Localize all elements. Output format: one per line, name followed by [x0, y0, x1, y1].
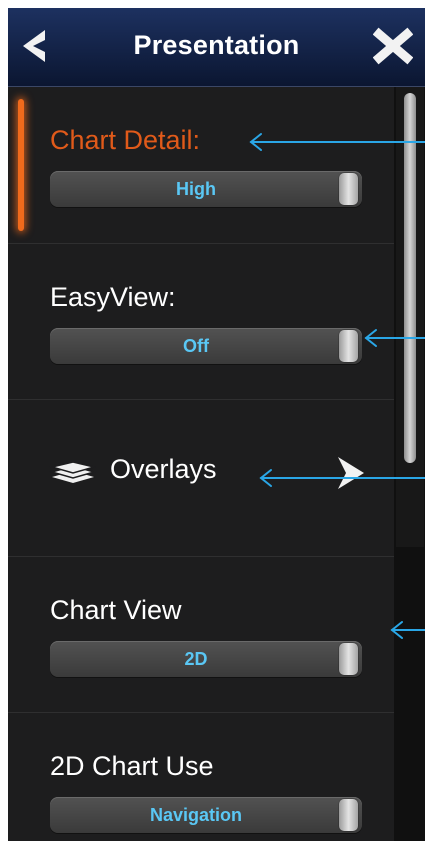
2d-chart-use-label: 2D Chart Use — [50, 751, 214, 781]
selector-knob[interactable] — [339, 173, 358, 205]
chart-detail-value: High — [176, 179, 216, 199]
chevron-right-icon[interactable] — [336, 455, 366, 491]
selector-knob[interactable] — [339, 799, 358, 831]
easyview-label: EasyView: — [50, 282, 176, 312]
presentation-panel: Presentation Chart Detail: High EasyView… — [8, 8, 425, 841]
chart-view-value: 2D — [184, 649, 208, 669]
easyview-selector[interactable]: Off — [50, 328, 362, 364]
setting-row-chart-view[interactable]: Chart View 2D — [8, 557, 394, 713]
title-bar: Presentation — [8, 8, 425, 87]
chart-view-label: Chart View — [50, 595, 182, 625]
close-icon — [373, 27, 413, 65]
2d-chart-use-value: Navigation — [149, 805, 242, 825]
overlays-label: Overlays — [110, 454, 217, 484]
setting-row-easyview[interactable]: EasyView: Off — [8, 244, 394, 400]
easyview-value: Off — [183, 336, 209, 356]
setting-row-overlays[interactable]: Overlays — [8, 400, 394, 557]
settings-list: Chart Detail: High EasyView: Off Overlay… — [8, 87, 394, 841]
layers-icon — [49, 462, 97, 483]
page-title: Presentation — [133, 30, 300, 60]
chart-detail-label: Chart Detail: — [50, 125, 201, 155]
chart-detail-selector[interactable]: High — [50, 171, 362, 207]
2d-chart-use-selector[interactable]: Navigation — [50, 797, 362, 833]
scrollbar-thumb[interactable] — [404, 93, 416, 463]
selection-indicator — [18, 99, 24, 231]
setting-row-chart-detail[interactable]: Chart Detail: High — [8, 87, 394, 244]
selector-knob[interactable] — [339, 330, 358, 362]
chart-view-selector[interactable]: 2D — [50, 641, 362, 677]
selector-knob[interactable] — [339, 643, 358, 675]
setting-row-2d-chart-use[interactable]: 2D Chart Use Navigation — [8, 713, 394, 841]
close-button[interactable] — [371, 24, 415, 68]
